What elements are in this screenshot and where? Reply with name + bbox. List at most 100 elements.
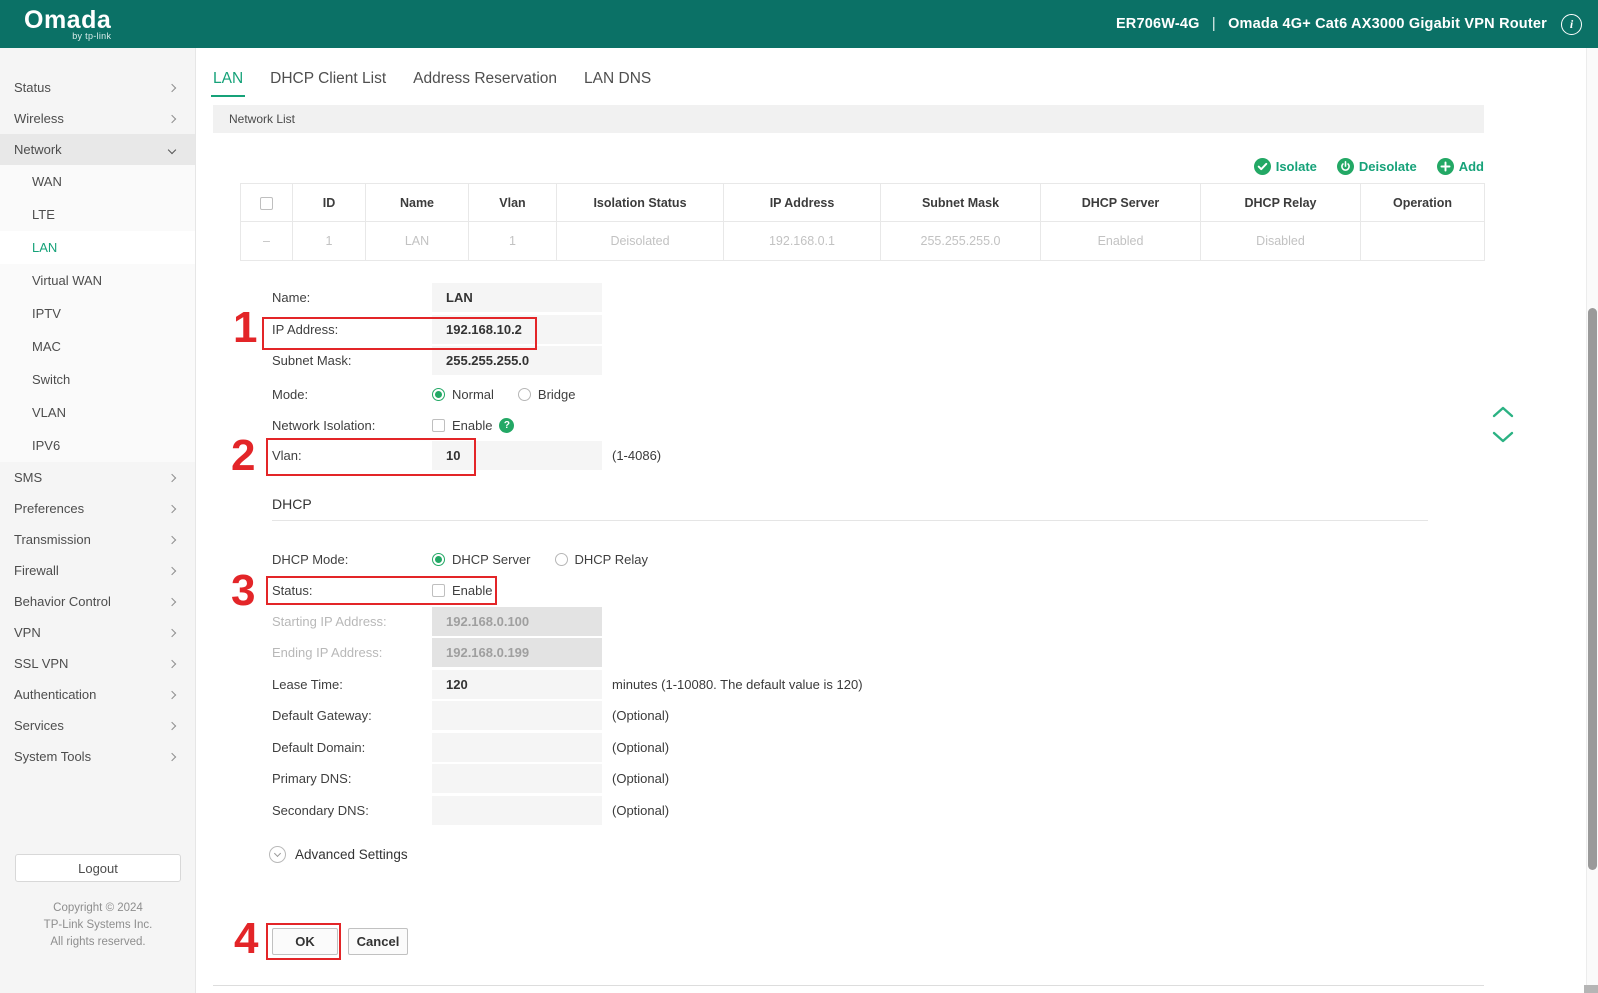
- logo-text: Omada: [24, 5, 112, 34]
- deisolate-button[interactable]: Deisolate: [1336, 158, 1417, 175]
- sidebar-item-sms[interactable]: SMS: [0, 462, 195, 493]
- sidebar-item-behavior-control[interactable]: Behavior Control: [0, 586, 195, 617]
- mode-normal-label: Normal: [452, 387, 494, 402]
- network-isolation-enable-label: Enable: [452, 418, 493, 433]
- chevron-right-icon: [167, 535, 177, 544]
- cell-name: LAN: [365, 221, 469, 261]
- subnet-mask-field[interactable]: [432, 346, 602, 375]
- cell-isolation-status: Deisolated: [556, 221, 724, 261]
- mode-bridge-radio[interactable]: [517, 388, 531, 401]
- sidebar-item-ssl-vpn[interactable]: SSL VPN: [0, 648, 195, 679]
- default-domain-field[interactable]: [432, 733, 602, 762]
- omada-logo: Omada by tp-link: [24, 5, 112, 41]
- secondary-dns-field[interactable]: [432, 796, 602, 825]
- vlan-field[interactable]: [432, 441, 602, 470]
- sidebar-item-label: WAN: [32, 174, 62, 189]
- chevron-right-icon: [167, 752, 177, 761]
- default-domain-row: Default Domain: (Optional): [272, 733, 669, 762]
- sidebar-item-switch[interactable]: Switch: [0, 363, 195, 396]
- col-operation: Operation: [1360, 183, 1485, 222]
- dhcp-server-radio[interactable]: [432, 553, 445, 566]
- lease-time-field[interactable]: [432, 670, 602, 699]
- sidebar-item-lan[interactable]: LAN: [0, 231, 195, 264]
- table-row[interactable]: – 1 LAN 1 Deisolated 192.168.0.1 255.255…: [240, 221, 1485, 261]
- device-model: ER706W-4G: [1115, 16, 1200, 32]
- dhcp-status-checkbox[interactable]: [432, 584, 445, 597]
- sidebar-item-wireless[interactable]: Wireless: [0, 103, 195, 134]
- logo-subtext: by tp-link: [72, 30, 112, 41]
- col-vlan: Vlan: [468, 183, 557, 222]
- sidebar-item-iptv[interactable]: IPTV: [0, 297, 195, 330]
- ending-ip-row: Ending IP Address:: [272, 638, 602, 667]
- chevron-right-icon: [167, 83, 177, 92]
- chevron-right-icon: [167, 504, 177, 513]
- sidebar-item-network[interactable]: Network: [0, 134, 195, 165]
- select-all-checkbox[interactable]: [260, 196, 273, 210]
- primary-dns-field[interactable]: [432, 764, 602, 793]
- dhcp-server-label: DHCP Server: [452, 552, 531, 567]
- sidebar-item-virtual-wan[interactable]: Virtual WAN: [0, 264, 195, 297]
- ok-button[interactable]: OK: [272, 928, 338, 955]
- sidebar-item-status[interactable]: Status: [0, 72, 195, 103]
- sidebar-item-services[interactable]: Services: [0, 710, 195, 741]
- copyright-line: Copyright © 2024: [53, 902, 143, 914]
- network-list-section-header: Network List: [213, 105, 1484, 133]
- mode-normal-radio[interactable]: [432, 388, 445, 401]
- tab-lan[interactable]: LAN: [210, 70, 246, 97]
- network-isolation-checkbox[interactable]: [432, 419, 445, 432]
- copyright-line: All rights reserved.: [50, 936, 146, 948]
- sidebar-item-preferences[interactable]: Preferences: [0, 493, 195, 524]
- dhcp-status-enable-label: Enable: [452, 583, 493, 598]
- default-gateway-label: Default Gateway:: [272, 708, 372, 723]
- scroll-down-icon[interactable]: [1492, 431, 1514, 444]
- dhcp-status-label: Status:: [272, 583, 313, 598]
- sidebar-item-ipv6[interactable]: IPV6: [0, 429, 195, 462]
- sidebar-item-label: Transmission: [14, 532, 91, 547]
- chevron-right-icon: [167, 566, 177, 575]
- sidebar-item-label: System Tools: [14, 749, 92, 764]
- sidebar-item-mac[interactable]: MAC: [0, 330, 195, 363]
- add-label: Add: [1458, 159, 1484, 174]
- cancel-button[interactable]: Cancel: [348, 928, 408, 955]
- vertical-scrollbar-track[interactable]: [1586, 48, 1598, 993]
- sidebar-item-system-tools[interactable]: System Tools: [0, 741, 195, 772]
- tab-dhcp-client-list[interactable]: DHCP Client List: [270, 70, 386, 97]
- sidebar-item-vlan[interactable]: VLAN: [0, 396, 195, 429]
- name-label: Name:: [272, 290, 311, 305]
- sidebar-item-vpn[interactable]: VPN: [0, 617, 195, 648]
- sidebar-item-wan[interactable]: WAN: [0, 165, 195, 198]
- default-gateway-field[interactable]: [432, 701, 602, 730]
- vlan-hint: (1-4086): [612, 448, 662, 463]
- name-field[interactable]: [432, 283, 602, 312]
- sidebar-item-label: Wireless: [14, 111, 64, 126]
- sidebar-item-authentication[interactable]: Authentication: [0, 679, 195, 710]
- primary-dns-label: Primary DNS:: [272, 771, 352, 786]
- dhcp-relay-radio[interactable]: [554, 553, 568, 566]
- ip-address-field[interactable]: [432, 315, 602, 344]
- sidebar-item-firewall[interactable]: Firewall: [0, 555, 195, 586]
- col-isolation-status: Isolation Status: [556, 183, 724, 222]
- advanced-settings-toggle[interactable]: Advanced Settings: [269, 846, 408, 863]
- tab-address-reservation[interactable]: Address Reservation: [413, 70, 557, 97]
- cell-id: 1: [292, 221, 366, 261]
- vertical-scrollbar-thumb[interactable]: [1588, 308, 1597, 870]
- info-icon[interactable]: i: [1561, 13, 1582, 35]
- tab-lan-dns[interactable]: LAN DNS: [584, 70, 651, 97]
- help-icon[interactable]: ?: [499, 418, 515, 433]
- starting-ip-field: [432, 607, 602, 636]
- tab-bar: LAN DHCP Client List Address Reservation…: [210, 70, 651, 97]
- chevron-right-icon: [167, 114, 177, 123]
- lease-time-row: Lease Time: minutes (1-10080. The defaul…: [272, 670, 863, 699]
- default-gateway-row: Default Gateway: (Optional): [272, 701, 669, 730]
- isolate-button[interactable]: Isolate: [1253, 158, 1317, 175]
- scroll-up-icon[interactable]: [1492, 405, 1514, 418]
- dhcp-relay-label: DHCP Relay: [574, 552, 648, 567]
- sidebar-item-lte[interactable]: LTE: [0, 198, 195, 231]
- dhcp-status-row: Status: Enable: [272, 576, 492, 605]
- sidebar-item-label: Authentication: [14, 687, 97, 702]
- sidebar-item-transmission[interactable]: Transmission: [0, 524, 195, 555]
- cell-select: –: [240, 221, 293, 261]
- logout-button[interactable]: Logout: [15, 854, 181, 882]
- dhcp-divider: [272, 520, 1428, 521]
- add-button[interactable]: Add: [1436, 158, 1484, 175]
